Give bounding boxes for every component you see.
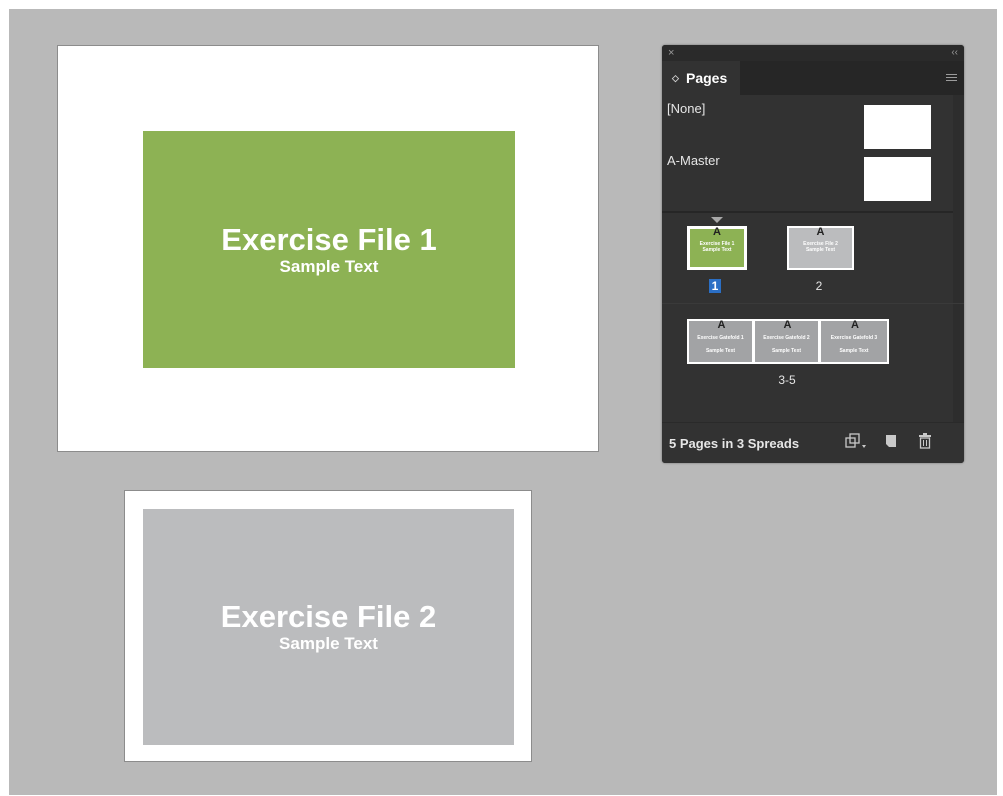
spread3-subtitle: Sample Text — [705, 348, 736, 354]
collapse-icon[interactable]: ‹‹ — [951, 45, 958, 61]
tab-strip: ◇ Pages — [662, 61, 964, 95]
new-page-icon[interactable] — [884, 433, 898, 454]
page2-subtitle: Sample Text — [279, 634, 378, 653]
spread-label[interactable]: 3-5 — [762, 373, 812, 387]
document-page-1[interactable]: Exercise File 1 Sample Text — [57, 45, 599, 452]
thumb2-subtitle: Sample Text — [805, 247, 836, 253]
page1-subtitle: Sample Text — [279, 256, 379, 276]
thumb2-master-letter: A — [816, 226, 825, 238]
spread3-master-letter: A — [717, 319, 726, 331]
panel-scrollbar[interactable] — [953, 95, 964, 455]
master-none[interactable]: [None] — [662, 101, 964, 151]
master-none-thumbnail[interactable] — [864, 105, 931, 149]
tab-arrows-icon: ◇ — [672, 73, 679, 83]
master-a-label: A-Master — [667, 153, 720, 168]
page-count-status: 5 Pages in 3 Spreads — [669, 436, 800, 451]
spread4-subtitle: Sample Text — [771, 348, 802, 354]
page-number-1[interactable]: 1 — [709, 279, 721, 293]
tab-pages-label: Pages — [686, 70, 728, 86]
master-none-label: [None] — [667, 101, 706, 116]
page2-title: Exercise File 2 — [220, 599, 437, 634]
master-a-thumbnail[interactable] — [864, 157, 931, 201]
tab-pages[interactable]: ◇ Pages — [662, 61, 740, 95]
document-page-2[interactable]: Exercise File 2 Sample Text — [124, 490, 532, 762]
current-page-indicator — [711, 217, 723, 223]
page-thumbnail-1[interactable]: Exercise File 1 Sample Text A — [687, 226, 747, 270]
page-number-2[interactable]: 2 — [813, 279, 825, 293]
trash-icon[interactable] — [918, 433, 932, 454]
green-block[interactable]: Exercise File 1 Sample Text — [143, 131, 515, 368]
panel-menu-icon[interactable] — [946, 74, 957, 82]
spread4-title: Exercise Gatefold 2 — [763, 335, 810, 341]
masters-divider[interactable] — [662, 211, 964, 213]
thumb1-master-letter: A — [713, 226, 721, 238]
spread4-master-letter: A — [783, 319, 792, 331]
gray-block[interactable]: Exercise File 2 Sample Text — [143, 509, 514, 745]
spread5-subtitle: Sample Text — [839, 348, 869, 354]
spread-divider — [662, 303, 964, 304]
page-thumbnail-2[interactable]: Exercise File 2 Sample Text A — [787, 226, 854, 270]
master-a[interactable]: A-Master — [662, 153, 964, 203]
close-icon[interactable]: × — [668, 45, 674, 61]
panel-title-bar[interactable]: × ‹‹ — [662, 45, 964, 61]
page1-title: Exercise File 1 — [221, 221, 437, 257]
spread5-title: Exercise Gatefold 3 — [830, 335, 878, 341]
edit-page-size-icon[interactable] — [845, 433, 867, 454]
spread5-master-letter: A — [851, 319, 859, 331]
thumb1-subtitle: Sample Text — [702, 247, 732, 253]
panel-status-bar: 5 Pages in 3 Spreads — [662, 422, 964, 463]
pages-panel: × ‹‹ ◇ Pages [None] A-Master Exercise Fi… — [662, 45, 964, 463]
spread3-title: Exercise Gatefold 1 — [697, 335, 744, 341]
spread-thumbnail-3-5[interactable]: Exercise Gatefold 1 Sample Text Exercise… — [687, 319, 889, 364]
